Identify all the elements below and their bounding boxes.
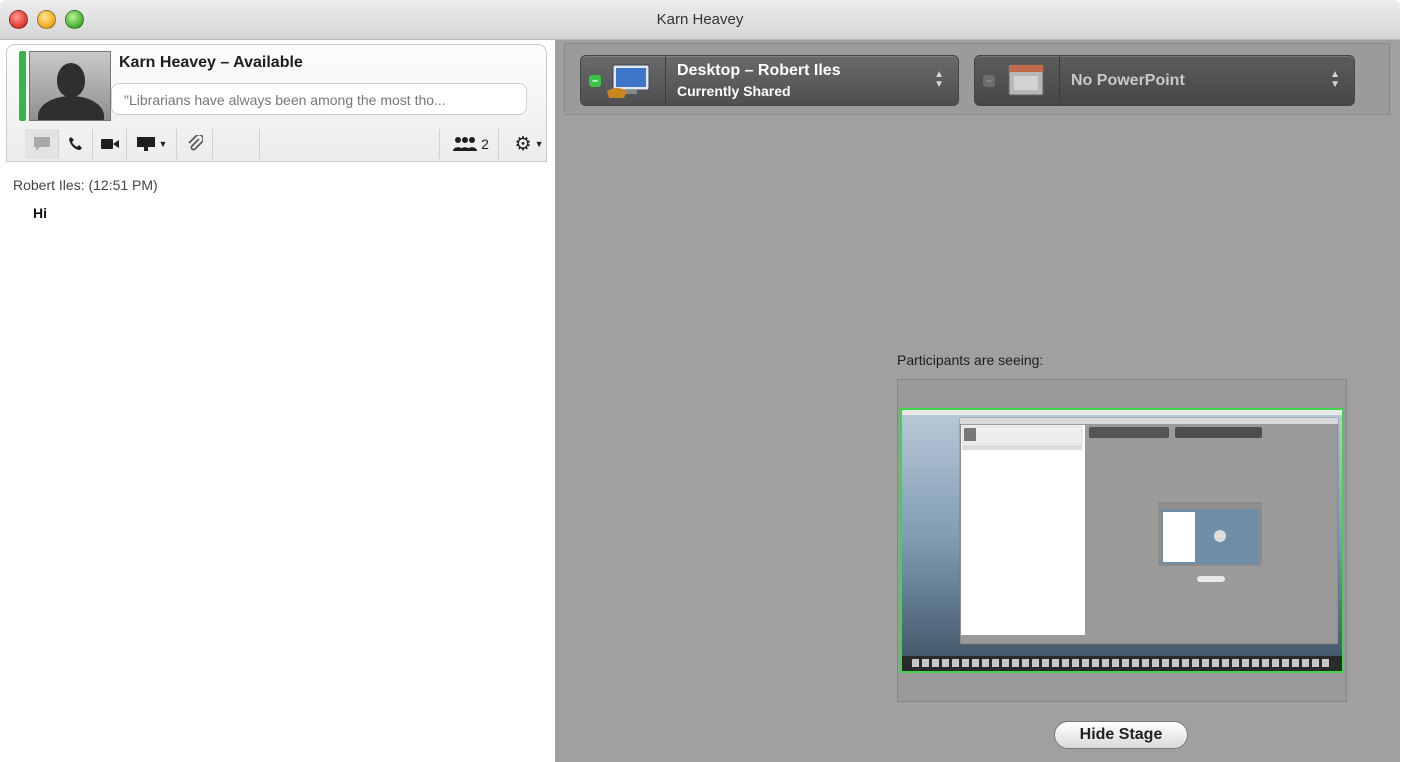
desktop-share-selector[interactable]: – Desktop – Robert Iles Currently Shared… [580, 55, 959, 106]
video-button[interactable] [93, 129, 127, 159]
chat-message-header: Robert Iles: (12:51 PM) [13, 177, 158, 193]
selector-divider [665, 56, 666, 105]
powerpoint-title: No PowerPoint [1071, 72, 1185, 89]
contact-card: Karn Heavey – Available "Librarians have… [6, 44, 547, 162]
powerpoint-selector[interactable]: – No PowerPoint ▲ ▼ [974, 55, 1355, 106]
attach-icon [187, 135, 203, 151]
settings-button[interactable]: ⚙ ▼ [507, 129, 551, 159]
contact-name-line: Karn Heavey – Available [119, 54, 303, 72]
present-icon [136, 137, 155, 151]
hide-stage-button[interactable]: Hide Stage [1054, 721, 1188, 749]
phone-icon [68, 137, 82, 150]
window-title: Karn Heavey [656, 11, 744, 28]
presence-indicator [19, 51, 26, 121]
participants-icon [453, 137, 478, 151]
toolbar-divider [259, 129, 260, 159]
contact-name: Karn Heavey [119, 54, 216, 71]
toolbar-divider [439, 129, 440, 159]
status-message: "Librarians have always been among the m… [111, 83, 527, 115]
chat-icon [33, 137, 50, 151]
title-bar: Karn Heavey [0, 0, 1400, 40]
desktop-share-status: Currently Shared [677, 83, 791, 99]
content-selector-bar: – Desktop – Robert Iles Currently Shared… [564, 43, 1390, 115]
chat-button[interactable] [25, 129, 59, 159]
conversation-toolbar: ▼ 2 ⚙ ▼ [13, 125, 554, 163]
remove-powerpoint-icon: – [983, 75, 995, 87]
avatar-head-shape [57, 63, 85, 97]
desktop-share-title: Desktop – Robert Iles [677, 62, 841, 79]
desktop-preview-image [902, 410, 1342, 671]
shared-screen-preview-frame [897, 379, 1347, 702]
up-down-arrows-icon: ▲ ▼ [1330, 69, 1340, 90]
video-icon [100, 139, 119, 149]
conversation-pane: Karn Heavey – Available "Librarians have… [0, 40, 555, 762]
stage-pane: – Desktop – Robert Iles Currently Shared… [555, 40, 1400, 762]
selector-divider [1059, 56, 1060, 105]
chat-message-text: Hi [33, 205, 47, 221]
call-button[interactable] [59, 129, 93, 159]
chevron-down-icon: ▼ [158, 139, 168, 149]
powerpoint-thumbnail-icon [1008, 64, 1044, 96]
chevron-down-icon: ▼ [534, 139, 544, 149]
shared-screen-preview [900, 408, 1344, 673]
attach-button[interactable] [177, 129, 213, 159]
participants-button[interactable]: 2 [443, 129, 499, 159]
participants-seeing-label: Participants are seeing: [897, 352, 1044, 368]
avatar-shoulders-shape [38, 96, 104, 120]
present-button[interactable]: ▼ [127, 129, 177, 159]
desktop-thumbnail-icon [607, 64, 650, 98]
participants-count: 2 [481, 136, 489, 152]
contact-name-separator: – [215, 54, 234, 71]
gear-icon: ⚙ [514, 133, 532, 155]
contact-status: Available [233, 54, 303, 71]
up-down-arrows-icon: ▲ ▼ [934, 69, 944, 90]
avatar[interactable] [29, 51, 111, 121]
stop-share-icon[interactable]: – [589, 75, 601, 87]
